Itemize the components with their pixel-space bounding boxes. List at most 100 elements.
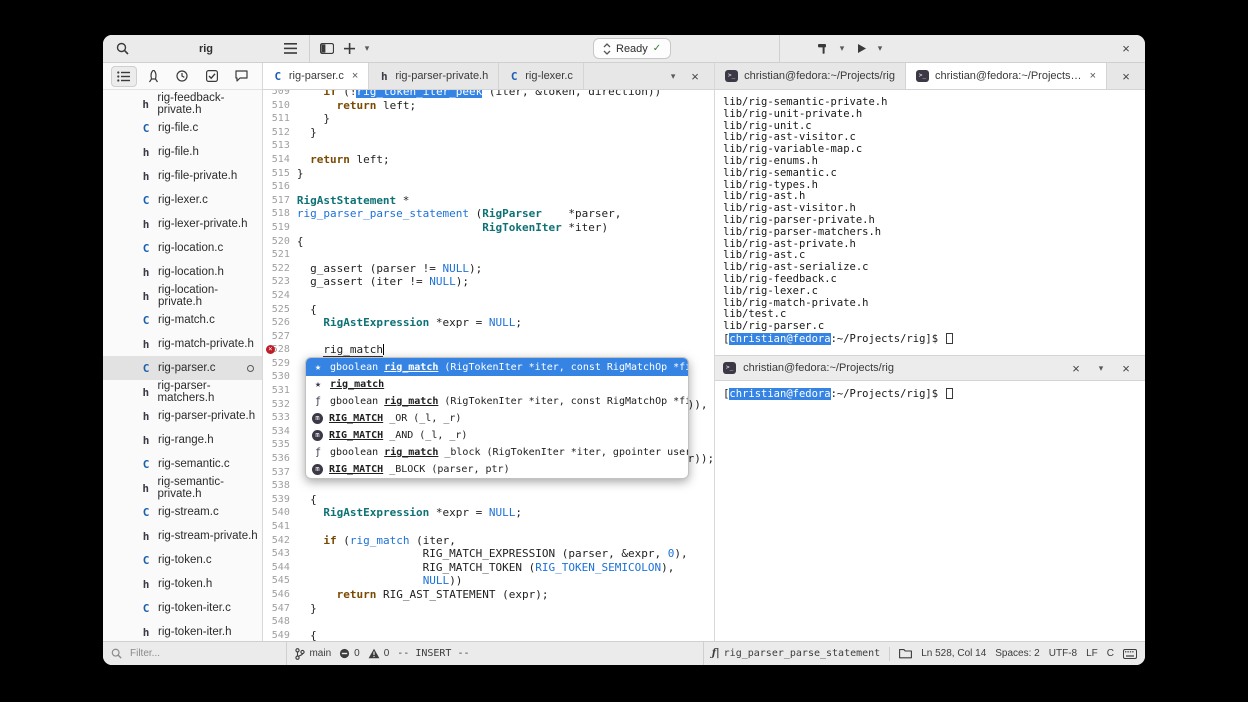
tab-close-icon[interactable]: × — [352, 70, 358, 82]
file-row[interactable]: Crig-semantic.c — [103, 452, 262, 476]
tab-label: rig-parser-private.h — [395, 70, 489, 82]
terminal-prompt: [christian@fedora:~/Projects/rig]$ — [723, 388, 1145, 401]
tab-list-dropdown[interactable]: ▾ — [666, 65, 680, 87]
project-folder-button[interactable] — [899, 648, 913, 659]
file-row[interactable]: h rig-parser-matchers.h — [103, 380, 262, 404]
toggle-panel-button[interactable] — [316, 38, 338, 60]
tab-close-icon[interactable]: × — [1090, 70, 1096, 82]
file-row[interactable]: h rig-lexer-private.h — [103, 212, 262, 236]
close-terminal-pane-button[interactable]: × — [1115, 357, 1137, 379]
file-name: rig-semantic.c — [158, 458, 230, 470]
file-type-icon: h — [142, 169, 150, 183]
file-name: rig-parser-matchers.h — [157, 380, 215, 404]
close-terminal-panel-button[interactable]: × — [1115, 65, 1137, 87]
terminal-tabs: >_ christian@fedora:~/Projects/rig >_ chris… — [715, 63, 1107, 89]
file-row[interactable]: h rig-token.h — [103, 572, 262, 596]
close-terminal-tab-button[interactable]: × — [1065, 357, 1087, 379]
macro-icon: m — [312, 430, 323, 441]
tab[interactable]: >_ christian@fedora:~/Projects/rig — [715, 63, 906, 89]
code-text: RigAstExpression *expr = NULL; — [323, 506, 523, 520]
file-name: rig-match.c — [158, 314, 215, 326]
code-line: 547 } — [263, 602, 714, 616]
file-row[interactable]: h rig-file-private.h — [103, 164, 262, 188]
new-document-dropdown[interactable]: ▾ — [360, 38, 374, 60]
file-row[interactable]: Crig-location.c — [103, 236, 262, 260]
file-row[interactable]: h rig-range.h — [103, 428, 262, 452]
code-line: 541 — [263, 520, 714, 534]
tab-label: rig-parser.c — [288, 70, 344, 82]
indentation-setting[interactable]: Spaces: 2 — [995, 648, 1039, 659]
completion-item[interactable]: ★ rig_match — [306, 376, 688, 393]
rocket-icon — [148, 69, 158, 82]
file-row[interactable]: Crig-token.c — [103, 548, 262, 572]
terminal-top[interactable]: lib/rig-semantic-private.h lib/rig-unit-p… — [715, 90, 1145, 355]
file-row[interactable]: h rig-match-private.h — [103, 332, 262, 356]
menu-button[interactable] — [279, 38, 301, 60]
file-row[interactable]: h rig-parser-private.h — [103, 404, 262, 428]
file-row[interactable]: h rig-feedback-private.h — [103, 92, 262, 116]
search-button[interactable] — [111, 38, 133, 60]
completion-item[interactable]: m RIG_MATCH _AND (_l, _r) — [306, 427, 688, 444]
line-number: 538 — [271, 480, 290, 492]
file-row[interactable]: Crig-token-iter.c — [103, 596, 262, 620]
build-status-button[interactable]: Ready ✓ — [593, 38, 672, 59]
file-row[interactable]: h rig-token-iter.h — [103, 620, 262, 641]
completion-match: RIG_MATCH — [329, 430, 384, 441]
code-line: 515} — [263, 167, 714, 181]
file-row[interactable]: Crig-match.c — [103, 308, 262, 332]
close-page-button[interactable]: × — [684, 65, 706, 87]
file-type-icon: C — [142, 601, 150, 615]
build-pipeline-tab[interactable] — [140, 66, 166, 87]
file-type-icon: C — [142, 313, 150, 327]
file-row[interactable]: h rig-file.h — [103, 140, 262, 164]
file-name: rig-match-private.h — [158, 338, 254, 350]
warning-count[interactable]: 0 — [368, 648, 389, 659]
file-row[interactable]: h rig-location.h — [103, 260, 262, 284]
file-row[interactable]: Crig-file.c — [103, 116, 262, 140]
terminal-dropdown[interactable]: ▾ — [1094, 357, 1108, 379]
line-ending-setting[interactable]: LF — [1086, 648, 1098, 659]
tab[interactable]: Crig-parser.c × — [262, 63, 370, 89]
tab[interactable]: h rig-parser-private.h — [369, 63, 500, 89]
keyboard-button[interactable] — [1123, 648, 1137, 659]
completion-item[interactable]: m RIG_MATCH _OR (_l, _r) — [306, 410, 688, 427]
main-area: h rig-feedback-private.h Crig-file.c h rig-f… — [103, 63, 1145, 641]
file-type-icon: C — [142, 505, 150, 519]
completion-item[interactable]: m RIG_MATCH _BLOCK (parser, ptr) — [306, 461, 688, 478]
prompt-path: :~/Projects/rig]$ — [830, 332, 945, 345]
project-tree-tab[interactable] — [110, 65, 137, 87]
titlebar: rig ▾ Ready ✓ ▾ ▾ × — [103, 35, 1145, 63]
terminal-line: lib/rig-match-private.h — [723, 296, 869, 309]
encoding-setting[interactable]: UTF-8 — [1049, 648, 1077, 659]
run-button[interactable] — [850, 38, 872, 60]
current-symbol[interactable]: ƒ| rig_parser_parse_statement — [712, 648, 881, 659]
file-row[interactable]: Crig-stream.c — [103, 500, 262, 524]
completion-item[interactable]: ƒ gboolean rig_match (RigTokenIter *iter,… — [306, 393, 688, 410]
filter-placeholder: Filter... — [130, 648, 161, 659]
tab[interactable]: >_ christian@fedora:~/Projects… × — [905, 63, 1107, 89]
todo-tab[interactable] — [199, 66, 225, 87]
run-dropdown[interactable]: ▾ — [873, 38, 887, 60]
completion-item[interactable]: ƒ gboolean rig_match _block (RigTokenIter … — [306, 444, 688, 461]
file-name: rig-range.h — [158, 434, 214, 446]
file-row[interactable]: h rig-location-private.h — [103, 284, 262, 308]
branch-indicator[interactable]: main — [295, 647, 331, 660]
filter-field[interactable]: Filter... — [103, 642, 288, 665]
build-dropdown[interactable]: ▾ — [835, 38, 849, 60]
cursor-position[interactable]: Ln 528, Col 14 — [921, 648, 986, 659]
file-row[interactable]: h rig-stream-private.h — [103, 524, 262, 548]
file-type-icon: h — [142, 577, 150, 591]
file-row[interactable]: h rig-semantic-private.h — [103, 476, 262, 500]
error-count[interactable]: 0 — [339, 648, 360, 659]
file-row[interactable]: Crig-lexer.c — [103, 188, 262, 212]
new-document-button[interactable] — [338, 38, 360, 60]
file-row[interactable]: Crig-parser.c — [103, 356, 262, 380]
completion-selected-row[interactable]: ★ gboolean rig_match (RigTokenIter *iter,… — [306, 358, 688, 376]
build-button[interactable] — [812, 38, 834, 60]
history-tab[interactable] — [169, 66, 195, 87]
language-setting[interactable]: C — [1107, 648, 1114, 659]
terminal-bottom[interactable]: [christian@fedora:~/Projects/rig]$ — [715, 381, 1145, 641]
window-close-button[interactable]: × — [1115, 38, 1137, 60]
tab[interactable]: Crig-lexer.c — [499, 63, 584, 89]
comments-tab[interactable] — [228, 66, 254, 87]
